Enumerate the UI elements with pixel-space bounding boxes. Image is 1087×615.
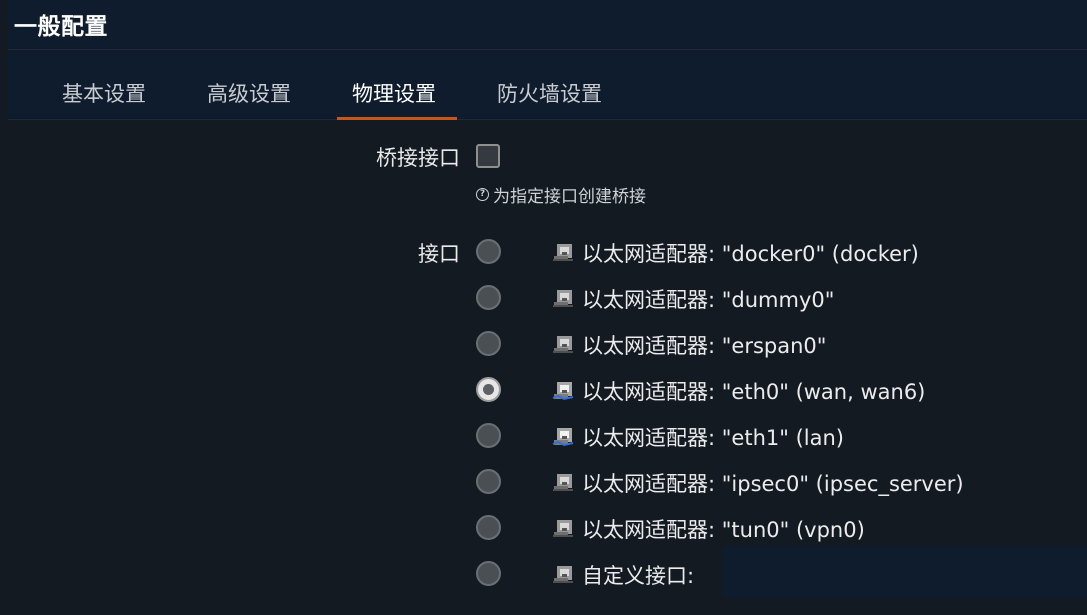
tab-advanced-settings[interactable]: 高级设置 — [207, 78, 291, 108]
tab-firewall-settings[interactable]: 防火墙设置 — [497, 78, 602, 108]
ethernet-port-icon — [553, 474, 573, 491]
interface-radio-eth0[interactable] — [476, 377, 501, 402]
interface-radio-ipsec0[interactable] — [476, 469, 501, 494]
ethernet-port-icon — [553, 566, 573, 583]
bridge-interfaces-checkbox[interactable] — [476, 144, 500, 168]
interface-option-label: 以太网适配器: "erspan0" — [582, 334, 827, 358]
header-bar: 一般配置 — [0, 0, 1087, 48]
ethernet-port-icon — [553, 520, 573, 537]
interface-option-eth1[interactable]: 以太网适配器: "eth1" (lan) — [552, 422, 844, 452]
ethernet-port-icon — [553, 244, 573, 261]
ethernet-port-icon — [552, 428, 574, 447]
interface-option-label: 以太网适配器: "ipsec0" (ipsec_server) — [582, 472, 964, 496]
interface-option-label: 自定义接口: — [582, 564, 695, 588]
interface-option-docker0[interactable]: 以太网适配器: "docker0" (docker) — [552, 238, 919, 268]
ethernet-port-icon — [553, 290, 573, 307]
bridge-help-text: 为指定接口创建桥接 — [493, 187, 646, 207]
ethernet-port-icon — [552, 382, 574, 401]
interface-option-erspan0[interactable]: 以太网适配器: "erspan0" — [552, 330, 826, 360]
interface-radio-dummy0[interactable] — [476, 285, 501, 310]
interface-option-ipsec0[interactable]: 以太网适配器: "ipsec0" (ipsec_server) — [552, 468, 964, 498]
interface-option-label: 以太网适配器: "dummy0" — [582, 288, 835, 312]
interface-option-label: 以太网适配器: "eth1" (lan) — [582, 426, 844, 450]
header-edge — [0, 0, 8, 48]
interface-option-eth0[interactable]: 以太网适配器: "eth0" (wan, wan6) — [552, 376, 925, 406]
custom-interface-input[interactable] — [723, 546, 1087, 598]
interface-radio-tun0[interactable] — [476, 515, 501, 540]
tab-bar: 基本设置 高级设置 物理设置 防火墙设置 — [8, 49, 1087, 120]
interface-radio-docker0[interactable] — [476, 239, 501, 264]
tab-physical-settings[interactable]: 物理设置 — [352, 78, 436, 108]
page-title: 一般配置 — [14, 14, 108, 40]
interface-option-label: 以太网适配器: "tun0" (vpn0) — [582, 518, 865, 542]
ethernet-port-icon — [553, 336, 573, 353]
bridge-help: ? 为指定接口创建桥接 — [476, 182, 646, 207]
active-tab-indicator — [337, 117, 457, 120]
interface-option-custom[interactable]: 自定义接口: — [552, 560, 694, 590]
interface-option-label: 以太网适配器: "docker0" (docker) — [582, 242, 919, 266]
tab-basic-settings[interactable]: 基本设置 — [62, 78, 146, 108]
interface-option-tun0[interactable]: 以太网适配器: "tun0" (vpn0) — [552, 514, 865, 544]
interface-radio-eth1[interactable] — [476, 423, 501, 448]
bridge-interfaces-label: 桥接接口 — [376, 146, 460, 170]
interface-radio-custom[interactable] — [476, 561, 501, 586]
interface-radio-erspan0[interactable] — [476, 331, 501, 356]
interface-option-dummy0[interactable]: 以太网适配器: "dummy0" — [552, 284, 834, 314]
interface-label: 接口 — [418, 242, 460, 266]
interface-option-label: 以太网适配器: "eth0" (wan, wan6) — [582, 380, 926, 404]
question-circle-icon: ? — [476, 188, 489, 201]
